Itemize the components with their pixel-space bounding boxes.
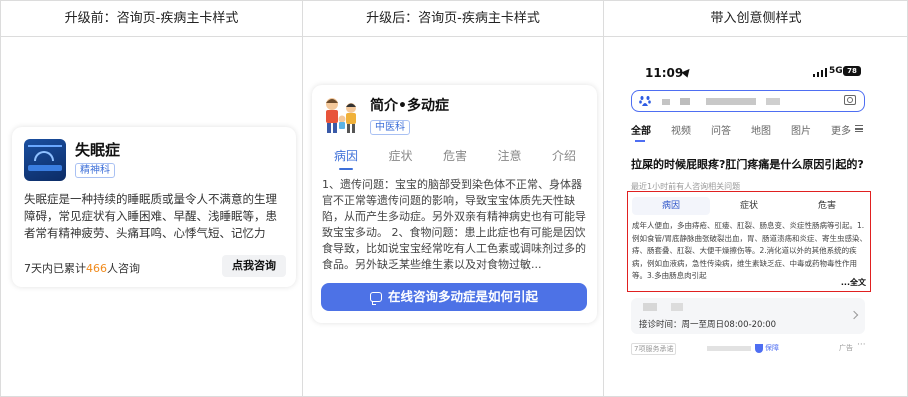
nav-all[interactable]: 全部 <box>631 122 651 137</box>
network-label: 5G <box>829 66 843 76</box>
box-tabs: 病因 症状 危害 <box>632 197 866 215</box>
tab-content: 1、遗传问题：宝宝的脑部受到染色体不正常、身体器官不正常等遗传问题的影响，导致宝… <box>322 178 586 271</box>
card-description: 失眠症是一种持续的睡眠质或量令人不满意的生理障碍，常见症状有入睡困难、早醒、浅睡… <box>24 192 277 240</box>
phone-screenshot: 11:09 5G 78 全部 视频 问答 地图 图片 更多 拉屎的时候屁眼疼?肛… <box>623 58 873 360</box>
count-number: 466 <box>86 262 107 275</box>
shield-icon <box>755 344 763 353</box>
signal-icon <box>813 68 827 77</box>
disease-card-after: 简介•多动症 中医科 病因 症状 危害 注意 介绍 1、遗传问题：宝宝的脑部受到… <box>312 85 597 323</box>
ad-label: 广告 <box>839 344 853 352</box>
header-creative: 带入创意侧样式 <box>710 11 802 26</box>
active-nav-indicator <box>635 140 645 142</box>
full-text-link[interactable]: ...全文 <box>837 277 866 288</box>
column-divider <box>302 1 303 397</box>
status-bar: 11:09 5G 78 <box>623 58 873 86</box>
cta-label: 在线咨询多动症是如何引起 <box>387 289 538 304</box>
camera-icon[interactable] <box>844 95 856 105</box>
result-footer: 7项服务承诺 保障 广告 ··· <box>631 340 867 355</box>
nav-qa[interactable]: 问答 <box>711 122 731 137</box>
header-before: 升级前：咨询页-疾病主卡样式 <box>64 11 239 26</box>
blurred-name <box>671 303 683 311</box>
consult-button[interactable]: 点我咨询 <box>222 255 286 277</box>
more-options-icon[interactable]: ··· <box>857 340 866 350</box>
tab-harm[interactable]: 危害 <box>429 147 481 169</box>
safety-label: 保障 <box>765 344 779 352</box>
tab-cause[interactable]: 病因 <box>320 147 372 169</box>
online-consult-button[interactable]: 在线咨询多动症是如何引起 <box>321 283 587 311</box>
chat-icon <box>369 292 382 305</box>
blurred-name <box>643 303 657 311</box>
column-divider <box>603 1 604 397</box>
battery-icon: 78 <box>843 66 861 76</box>
search-bar[interactable] <box>631 90 865 112</box>
blurred-query <box>680 98 690 105</box>
header-after: 升级后：咨询页-疾病主卡样式 <box>366 11 540 26</box>
creative-highlight-box: 病因 症状 危害 成年人便血，多由痔疮、肛瘘、肛裂、肠息变、炎症性肠病等引起。1… <box>627 191 871 292</box>
nav-map[interactable]: 地图 <box>751 122 771 137</box>
tab-notice[interactable]: 注意 <box>484 147 536 169</box>
comparison-table: 升级前：咨询页-疾病主卡样式 升级后：咨询页-疾病主卡样式 带入创意侧样式 失眠… <box>0 0 908 397</box>
blurred-source <box>707 346 751 351</box>
question-title[interactable]: 拉屎的时候屁眼疼?肛门疼痛是什么原因引起的? <box>631 156 871 172</box>
family-illustration-icon <box>326 98 356 133</box>
department-tag: 中医科 <box>370 120 410 135</box>
info-tabs: 病因 症状 危害 注意 介绍 <box>320 147 590 169</box>
nav-image[interactable]: 图片 <box>791 122 811 137</box>
nav-more[interactable]: 更多 <box>831 122 851 137</box>
doctor-card[interactable]: 接诊时间：周一至周日08:00-20:00 <box>631 298 865 334</box>
status-time: 11:09 <box>645 66 684 80</box>
card-title: 简介•多动症 <box>370 98 449 114</box>
tab-symptom[interactable]: 症状 <box>375 147 427 169</box>
blurred-query <box>662 99 670 105</box>
active-tab-indicator <box>339 168 353 170</box>
nav-video[interactable]: 视频 <box>671 122 691 137</box>
service-badge: 7项服务承诺 <box>631 343 677 355</box>
blurred-query <box>706 98 756 105</box>
consult-hours: 接诊时间：周一至周日08:00-20:00 <box>639 320 777 330</box>
disease-card-before[interactable]: 失眠症 精神科 失眠症是一种持续的睡眠质或量令人不满意的生理障碍，常见症状有入睡… <box>12 127 296 287</box>
baidu-paw-icon <box>639 96 651 106</box>
tab-intro[interactable]: 介绍 <box>538 147 590 169</box>
card-title: 失眠症 <box>75 141 121 159</box>
blurred-query <box>766 98 780 105</box>
menu-icon[interactable] <box>855 125 863 132</box>
search-nav: 全部 视频 问答 地图 图片 更多 <box>631 122 871 138</box>
box-tab-harm[interactable]: 危害 <box>788 197 866 215</box>
box-tab-symptom[interactable]: 症状 <box>710 197 788 215</box>
box-content: 成年人便血，多由痔疮、肛瘘、肛裂、肠息变、炎症性肠病等引起。1.例如食管/胃底静… <box>632 221 868 281</box>
department-tag: 精神科 <box>75 163 115 178</box>
chevron-right-icon <box>849 310 859 320</box>
box-tab-cause[interactable]: 病因 <box>632 197 710 215</box>
consult-count: 7天内已累计466人咨询 <box>24 262 140 275</box>
disease-logo-icon <box>24 139 66 181</box>
